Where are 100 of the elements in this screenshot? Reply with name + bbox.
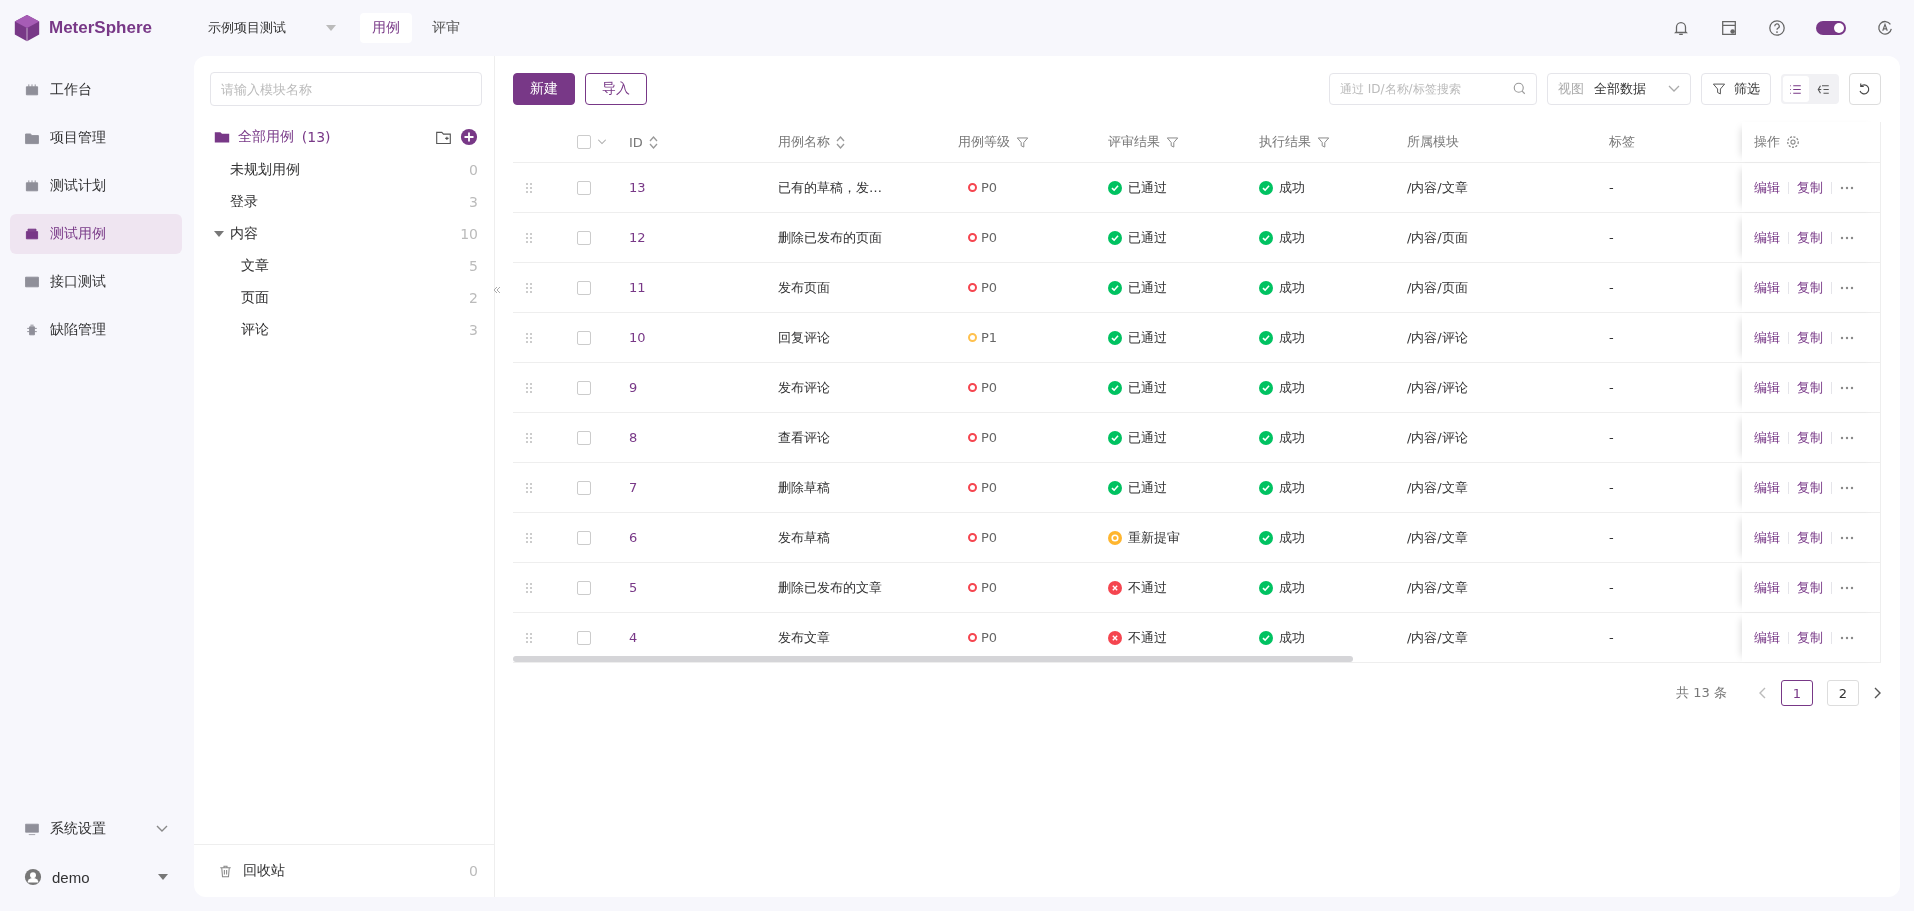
more-icon[interactable] bbox=[1840, 335, 1854, 340]
nav-item[interactable]: 接口测试 bbox=[10, 262, 182, 302]
more-icon[interactable] bbox=[1840, 535, 1854, 540]
action-link[interactable]: 编辑 bbox=[1754, 428, 1780, 447]
drag-handle-icon[interactable] bbox=[525, 181, 533, 194]
action-link[interactable]: 编辑 bbox=[1754, 178, 1780, 197]
action-link[interactable]: 复制 bbox=[1797, 378, 1823, 397]
action-link[interactable]: 复制 bbox=[1797, 278, 1823, 297]
drag-handle-icon[interactable] bbox=[525, 381, 533, 394]
create-button[interactable]: 新建 bbox=[513, 73, 575, 105]
more-icon[interactable] bbox=[1840, 235, 1854, 240]
row-checkbox[interactable] bbox=[577, 280, 591, 295]
row-checkbox[interactable] bbox=[577, 480, 591, 495]
sort-icon[interactable] bbox=[836, 135, 845, 149]
tree-item[interactable]: 内容 10 bbox=[209, 218, 482, 250]
nav-item[interactable]: 测试用例 bbox=[10, 214, 182, 254]
module-search-field[interactable]: 请输入模块名称 bbox=[209, 72, 482, 106]
tree-item[interactable]: 评论 3 bbox=[209, 314, 482, 346]
action-link[interactable]: 编辑 bbox=[1754, 328, 1780, 347]
nav-item[interactable]: 测试计划 bbox=[10, 166, 182, 206]
sort-icon[interactable] bbox=[648, 135, 658, 149]
more-icon[interactable] bbox=[1840, 585, 1854, 590]
action-link[interactable]: 复制 bbox=[1797, 628, 1823, 647]
drag-handle-icon[interactable] bbox=[525, 531, 533, 544]
action-link[interactable]: 复制 bbox=[1797, 428, 1823, 447]
calendar-icon[interactable] bbox=[1720, 19, 1738, 37]
action-link[interactable]: 编辑 bbox=[1754, 228, 1780, 247]
row-checkbox[interactable] bbox=[577, 230, 591, 245]
more-icon[interactable] bbox=[1840, 185, 1854, 190]
refresh-button[interactable] bbox=[1849, 73, 1881, 105]
case-id-link[interactable]: 9 bbox=[629, 380, 638, 395]
action-link[interactable]: 编辑 bbox=[1754, 378, 1780, 397]
top-tab[interactable]: 用例 bbox=[360, 13, 412, 43]
case-search-field[interactable]: 通过 ID/名称/标签搜索 bbox=[1329, 73, 1537, 105]
action-link[interactable]: 编辑 bbox=[1754, 478, 1780, 497]
action-link[interactable]: 复制 bbox=[1797, 178, 1823, 197]
page-button[interactable]: 1 bbox=[1781, 680, 1813, 706]
case-id-link[interactable]: 10 bbox=[629, 330, 646, 345]
row-checkbox[interactable] bbox=[577, 380, 591, 395]
page-button[interactable]: 2 bbox=[1827, 680, 1859, 706]
nav-item[interactable]: 缺陷管理 bbox=[10, 310, 182, 350]
action-link[interactable]: 编辑 bbox=[1754, 578, 1780, 597]
tree-item[interactable]: 登录 3 bbox=[209, 186, 482, 218]
tree-item[interactable]: 文章 5 bbox=[209, 250, 482, 282]
case-id-link[interactable]: 7 bbox=[629, 480, 638, 495]
action-link[interactable]: 编辑 bbox=[1754, 528, 1780, 547]
drag-handle-icon[interactable] bbox=[525, 631, 533, 644]
project-dropdown[interactable]: 示例项目测试 bbox=[208, 19, 352, 37]
action-link[interactable]: 复制 bbox=[1797, 478, 1823, 497]
user-menu[interactable]: demo bbox=[10, 857, 182, 897]
filter-icon[interactable] bbox=[1016, 135, 1029, 149]
action-link[interactable]: 复制 bbox=[1797, 328, 1823, 347]
add-icon[interactable] bbox=[460, 128, 478, 146]
top-tab[interactable]: 评审 bbox=[420, 13, 472, 43]
action-link[interactable]: 复制 bbox=[1797, 528, 1823, 547]
language-icon[interactable] bbox=[1876, 19, 1894, 37]
drag-handle-icon[interactable] bbox=[525, 481, 533, 494]
next-page-icon[interactable] bbox=[1873, 687, 1881, 699]
case-id-link[interactable]: 5 bbox=[629, 580, 638, 595]
case-id-link[interactable]: 8 bbox=[629, 430, 638, 445]
case-id-link[interactable]: 11 bbox=[629, 280, 646, 295]
nav-item[interactable]: 工作台 bbox=[10, 70, 182, 110]
action-link[interactable]: 复制 bbox=[1797, 228, 1823, 247]
import-button[interactable]: 导入 bbox=[585, 73, 647, 105]
row-checkbox[interactable] bbox=[577, 330, 591, 345]
drag-handle-icon[interactable] bbox=[525, 431, 533, 444]
filter-icon[interactable] bbox=[1317, 135, 1330, 149]
row-checkbox[interactable] bbox=[577, 180, 591, 195]
help-icon[interactable] bbox=[1768, 19, 1786, 37]
more-icon[interactable] bbox=[1840, 635, 1854, 640]
row-checkbox[interactable] bbox=[577, 580, 591, 595]
case-id-link[interactable]: 6 bbox=[629, 530, 638, 545]
theme-toggle[interactable] bbox=[1816, 21, 1846, 35]
scrollbar-thumb[interactable] bbox=[513, 656, 1353, 662]
settings-menu[interactable]: 系统设置 bbox=[10, 809, 182, 849]
case-id-link[interactable]: 4 bbox=[629, 630, 638, 645]
select-all-checkbox[interactable] bbox=[577, 135, 591, 149]
view-dropdown[interactable]: 视图 全部数据 bbox=[1547, 73, 1691, 105]
list-view-button[interactable] bbox=[1783, 76, 1809, 102]
drag-handle-icon[interactable] bbox=[525, 581, 533, 594]
tree-item[interactable]: 页面 2 bbox=[209, 282, 482, 314]
chevron-down-icon[interactable] bbox=[597, 139, 607, 145]
case-id-link[interactable]: 13 bbox=[629, 180, 646, 195]
action-link[interactable]: 编辑 bbox=[1754, 278, 1780, 297]
row-checkbox[interactable] bbox=[577, 530, 591, 545]
action-link[interactable]: 复制 bbox=[1797, 578, 1823, 597]
row-checkbox[interactable] bbox=[577, 430, 591, 445]
case-id-link[interactable]: 12 bbox=[629, 230, 646, 245]
more-icon[interactable] bbox=[1840, 435, 1854, 440]
filter-button[interactable]: 筛选 bbox=[1701, 73, 1771, 105]
more-icon[interactable] bbox=[1840, 385, 1854, 390]
action-link[interactable]: 编辑 bbox=[1754, 628, 1780, 647]
nav-item[interactable]: 项目管理 bbox=[10, 118, 182, 158]
drag-handle-icon[interactable] bbox=[525, 331, 533, 344]
previous-page-icon[interactable] bbox=[1759, 687, 1767, 699]
expand-caret-icon[interactable] bbox=[213, 229, 224, 239]
row-checkbox[interactable] bbox=[577, 630, 591, 645]
filter-icon[interactable] bbox=[1166, 135, 1179, 149]
more-icon[interactable] bbox=[1840, 285, 1854, 290]
tree-root-item[interactable]: 全部用例 (13) bbox=[209, 120, 482, 154]
